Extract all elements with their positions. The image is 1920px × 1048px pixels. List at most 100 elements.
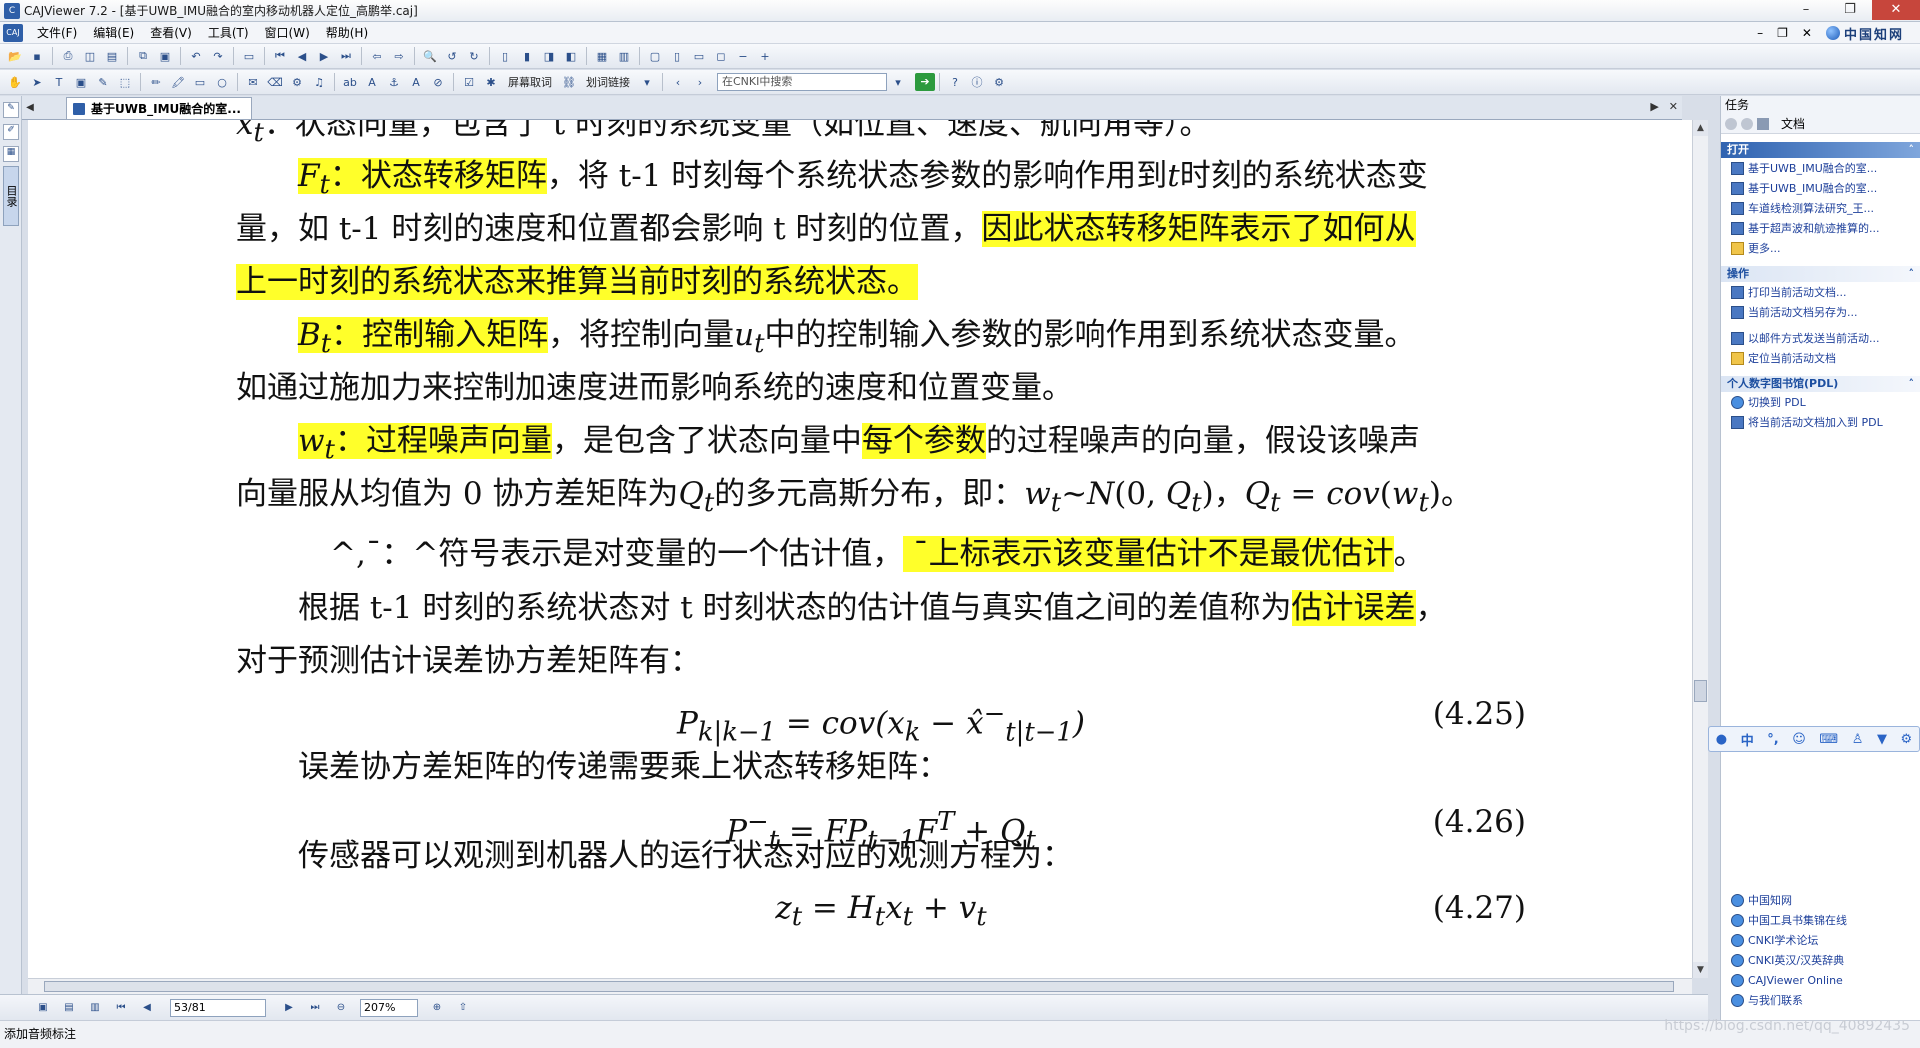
print-icon[interactable]: ⎙ xyxy=(59,47,77,65)
ime-chinese-icon[interactable]: 中 xyxy=(1741,730,1754,749)
zoom-level-input[interactable]: 207% xyxy=(360,998,418,1017)
ime-user-icon[interactable]: ♙ xyxy=(1852,732,1864,747)
tab-close-icon[interactable]: ✕ xyxy=(1669,100,1678,113)
prev-page-icon[interactable]: ◀ xyxy=(138,1000,156,1016)
switch-pdl-link[interactable]: 切换到 PDL xyxy=(1721,392,1920,412)
info-icon[interactable]: ⓘ xyxy=(968,73,986,91)
horizontal-scrollbar[interactable] xyxy=(28,978,1692,994)
print-document-link[interactable]: 打印当前活动文档... xyxy=(1721,282,1920,302)
last-page-icon[interactable]: ⏭ xyxy=(337,47,355,65)
chevron-down-icon[interactable]: ▾ xyxy=(638,73,656,91)
scan-icon[interactable]: ▤ xyxy=(103,47,121,65)
tab-scroll-right-icon[interactable]: ▶ xyxy=(1650,100,1658,113)
screen-word-label[interactable]: 屏幕取词 xyxy=(508,74,552,90)
save-as-link[interactable]: 当前活动文档另存为... xyxy=(1721,302,1920,322)
highlight-annotation[interactable]: 估计误差 xyxy=(1291,590,1416,626)
actual-size-icon[interactable]: ◻ xyxy=(712,47,730,65)
select-icon[interactable]: ▭ xyxy=(240,47,258,65)
translate-icon[interactable]: ✱ xyxy=(482,73,500,91)
next-page-icon[interactable]: ▶ xyxy=(280,1000,298,1016)
search-go-button[interactable]: ➔ xyxy=(915,73,935,91)
redo-icon[interactable]: ↷ xyxy=(209,47,227,65)
section-pdl-header[interactable]: 个人数字图书馆(PDL) ˄ xyxy=(1721,376,1920,392)
underline-icon[interactable]: A xyxy=(363,73,381,91)
columns-icon[interactable]: ▥ xyxy=(615,47,633,65)
toc-tab[interactable]: 目录 xyxy=(3,166,19,226)
add-to-pdl-link[interactable]: 将当前活动文档加入到 PDL xyxy=(1721,412,1920,432)
save-icon[interactable]: ▪ xyxy=(28,47,46,65)
cnki-search-input[interactable]: 在CNKI中搜索 xyxy=(717,73,887,91)
next-result-icon[interactable]: › xyxy=(691,73,709,91)
maximize-button[interactable]: ❐ xyxy=(1828,0,1872,20)
menu-help[interactable]: 帮助(H) xyxy=(318,22,376,44)
menu-view[interactable]: 查看(V) xyxy=(142,22,200,44)
document-icon[interactable]: CAJ xyxy=(3,23,23,42)
home-icon[interactable] xyxy=(1757,117,1769,130)
zoom-in-icon[interactable]: + xyxy=(756,47,774,65)
recent-document-item[interactable]: 基于超声波和航迹推算的... xyxy=(1721,218,1920,238)
stamp-icon[interactable]: ⚙ xyxy=(288,73,306,91)
fit-width-icon[interactable]: ▭ xyxy=(690,47,708,65)
zoom-out-icon[interactable]: − xyxy=(734,47,752,65)
undo-icon[interactable]: ↶ xyxy=(187,47,205,65)
recent-document-item[interactable]: 基于UWB_IMU融合的室... xyxy=(1721,158,1920,178)
scroll-down-icon[interactable]: ▼ xyxy=(1693,962,1708,978)
audio-note-icon[interactable]: ♫ xyxy=(310,73,328,91)
link-cnki[interactable]: 中国知网 xyxy=(1721,890,1920,910)
minimize-button[interactable]: – xyxy=(1784,0,1828,20)
pen-icon[interactable]: ✏ xyxy=(147,73,165,91)
snapshot-icon[interactable]: ⬚ xyxy=(116,73,134,91)
link-cajviewer-online[interactable]: CAJViewer Online xyxy=(1721,970,1920,990)
layout-icon[interactable]: ▦ xyxy=(593,47,611,65)
ime-skin-icon[interactable]: ▼ xyxy=(1877,732,1887,747)
image-select-icon[interactable]: ▣ xyxy=(72,73,90,91)
ime-emoji-icon[interactable]: ☺ xyxy=(1792,732,1806,747)
tab-scroll-left-icon[interactable]: ◀ xyxy=(22,97,38,119)
locate-document-link[interactable]: 定位当前活动文档 xyxy=(1721,348,1920,368)
ellipse-icon[interactable]: ○ xyxy=(213,73,231,91)
mdi-restore-button[interactable]: ❐ xyxy=(1777,26,1788,40)
facing-icon[interactable]: ◨ xyxy=(540,47,558,65)
fit-page-icon[interactable]: ▯ xyxy=(668,47,686,65)
ime-settings-icon[interactable]: ⚙ xyxy=(1901,732,1913,747)
delete-annotation-icon[interactable]: ⊘ xyxy=(429,73,447,91)
section-operations-header[interactable]: 操作 ˄ xyxy=(1721,266,1920,282)
open-icon[interactable]: 📂 xyxy=(6,47,24,65)
continuous-view-icon[interactable]: ▤ xyxy=(60,1000,78,1016)
ocr-icon[interactable]: ✎ xyxy=(94,73,112,91)
back-icon[interactable]: ⇦ xyxy=(368,47,386,65)
menu-window[interactable]: 窗口(W) xyxy=(257,22,318,44)
paste-icon[interactable]: ▣ xyxy=(156,47,174,65)
mdi-close-button[interactable]: ✕ xyxy=(1802,26,1812,40)
cnki-logo[interactable]: 中国知网 xyxy=(1825,24,1904,43)
strikeout-icon[interactable]: A xyxy=(407,73,425,91)
continuous-facing-icon[interactable]: ◧ xyxy=(562,47,580,65)
ime-keyboard-icon[interactable]: ⌨ xyxy=(1819,732,1838,747)
single-page-icon[interactable]: ▯ xyxy=(496,47,514,65)
forward-icon[interactable]: ⇨ xyxy=(390,47,408,65)
more-documents-link[interactable]: 更多... xyxy=(1721,238,1920,258)
highlight-annotation[interactable]: 因此状态转移矩阵表示了如何从 xyxy=(981,211,1416,247)
facing-view-icon[interactable]: ▥ xyxy=(86,1000,104,1016)
link-contact[interactable]: 与我们联系 xyxy=(1721,990,1920,1010)
recent-document-item[interactable]: 基于UWB_IMU融合的室... xyxy=(1721,178,1920,198)
annotation-panel-icon[interactable]: ✐ xyxy=(3,124,19,140)
zoom-in-icon[interactable]: ⊕ xyxy=(428,1000,446,1016)
next-page-icon[interactable]: ▶ xyxy=(315,47,333,65)
link-icon[interactable]: ⛓ xyxy=(560,73,578,91)
copy-icon[interactable]: ⧉ xyxy=(134,47,152,65)
text-select-icon[interactable]: T xyxy=(50,73,68,91)
menu-edit[interactable]: 编辑(E) xyxy=(85,22,142,44)
prev-page-icon[interactable]: ◀ xyxy=(293,47,311,65)
zoom-out-icon[interactable]: ⊖ xyxy=(332,1000,350,1016)
prev-result-icon[interactable]: ‹ xyxy=(669,73,687,91)
tab-document[interactable]: 基于UWB_IMU融合的室... xyxy=(66,97,252,119)
recent-document-item[interactable]: 车道线检测算法研究_王... xyxy=(1721,198,1920,218)
highlight-annotation[interactable]: 上一时刻的系统状态来推算当前时刻的系统状态。 xyxy=(236,264,918,300)
print-preview-icon[interactable]: ◫ xyxy=(81,47,99,65)
single-page-view-icon[interactable]: ▣ xyxy=(34,1000,52,1016)
fullscreen-icon[interactable]: ▢ xyxy=(646,47,664,65)
rotate-left-icon[interactable]: ↺ xyxy=(443,47,461,65)
horizontal-scrollbar-thumb[interactable] xyxy=(44,981,1674,992)
ime-punctuation-icon[interactable]: °, xyxy=(1767,732,1778,747)
